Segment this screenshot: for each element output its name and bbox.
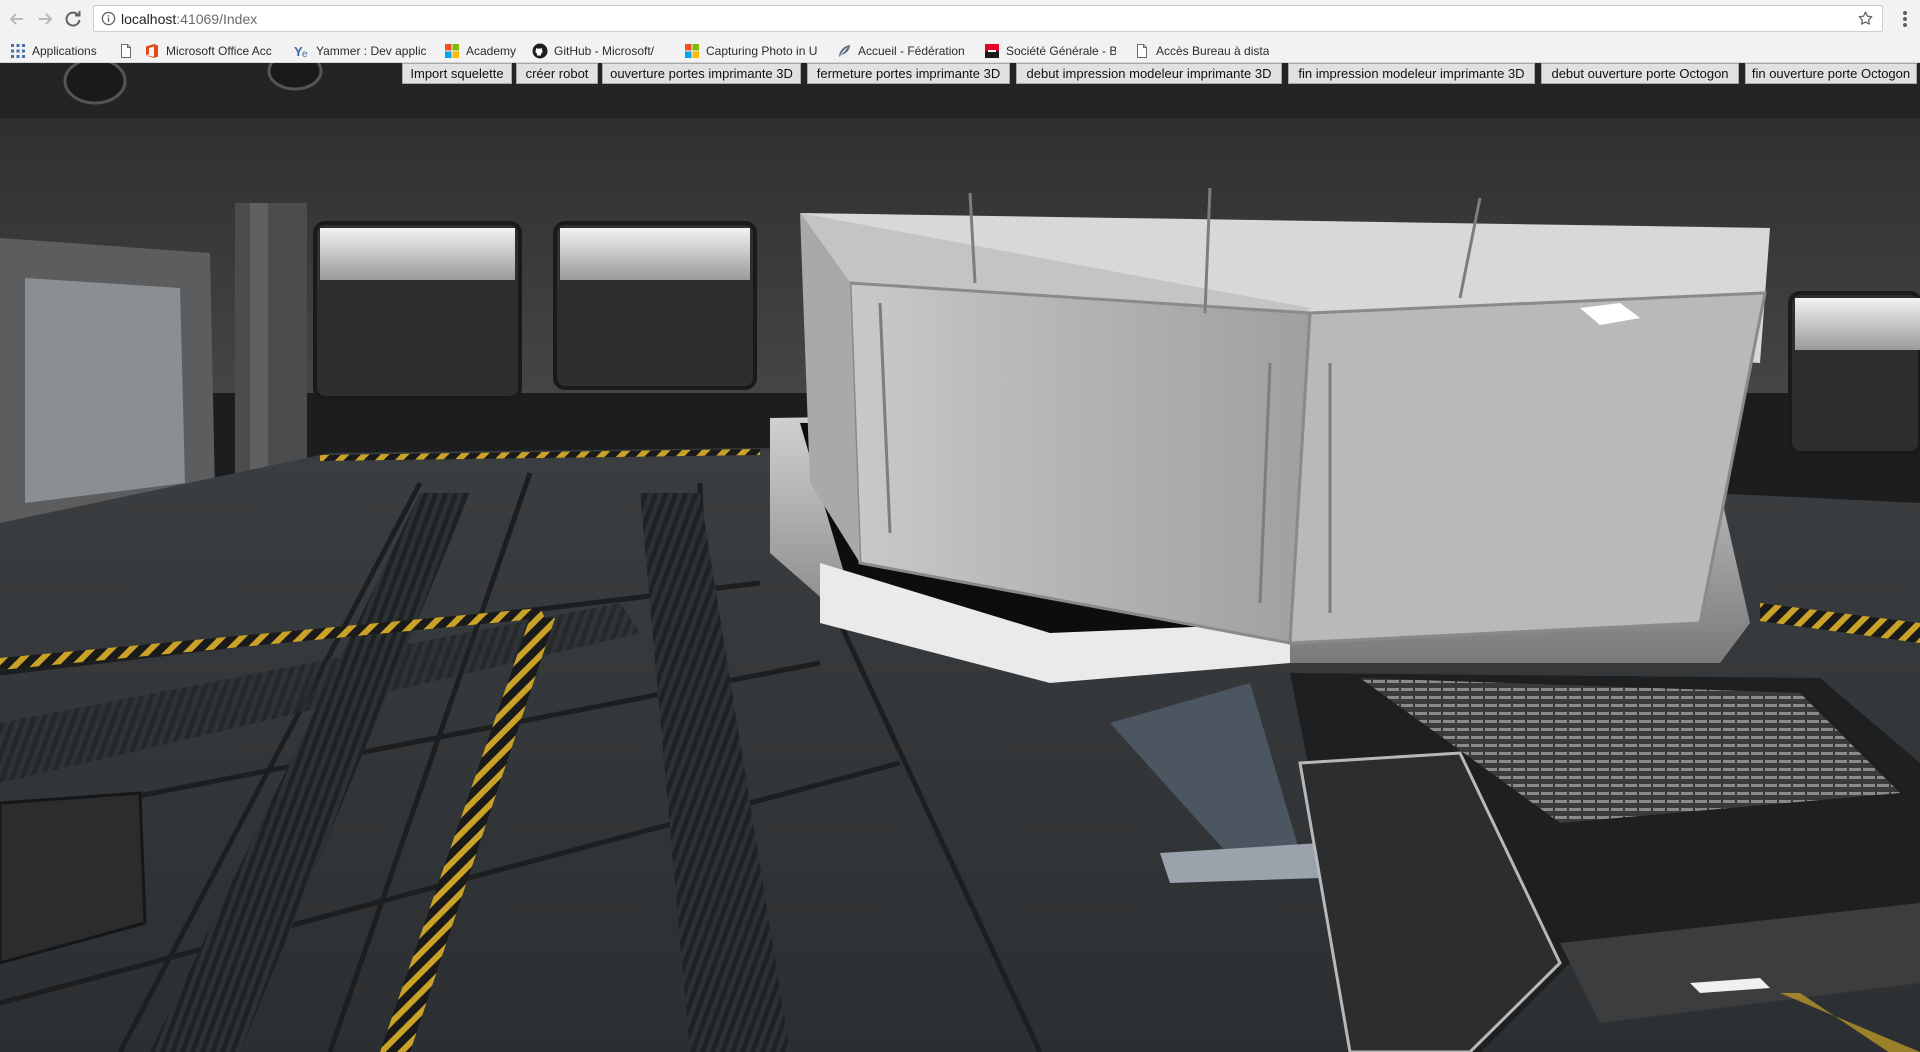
apps-grid-icon <box>11 43 25 58</box>
github-icon <box>532 43 548 58</box>
kebab-menu-icon[interactable] <box>1896 9 1914 29</box>
debut-ouverture-porte-octogon-button[interactable]: debut ouverture porte Octogon <box>1541 63 1739 84</box>
page-icon <box>1137 43 1147 58</box>
webgl-3d-viewport[interactable] <box>0 63 1920 1052</box>
bookmark-applications[interactable]: Applications <box>10 42 110 59</box>
url-host: localhost <box>121 11 177 27</box>
url-text: localhost:41069/Index <box>121 11 257 27</box>
microsoft-icon <box>685 43 699 58</box>
bookmark-github[interactable]: GitHub - Microsoft/ <box>532 42 670 59</box>
bookmark-label: Microsoft Office Acc <box>166 43 272 58</box>
back-arrow-icon <box>9 13 23 25</box>
bookmarks-bar: Applications Microsoft Office Acc Y e Ya… <box>0 38 1920 63</box>
scene-render <box>0 63 1920 1052</box>
url-path: :41069/Index <box>176 11 258 27</box>
import-squelette-button[interactable]: Import squelette <box>402 63 512 84</box>
bookmark-federation[interactable]: Accueil - Fédération <box>836 42 970 59</box>
microsoft-icon <box>445 43 459 58</box>
bookmark-label: Accueil - Fédération <box>858 43 965 58</box>
bookmark-label: Capturing Photo in U <box>706 43 818 58</box>
back-button[interactable] <box>5 7 29 31</box>
bookmark-acces-bureau[interactable]: Accès Bureau à dista <box>1134 42 1270 59</box>
bookmark-label: Accès Bureau à dista <box>1156 43 1270 58</box>
bookmark-yammer[interactable]: Y e Yammer : Dev applic <box>294 42 430 59</box>
fin-impression-modeleur-button[interactable]: fin impression modeleur imprimante 3D <box>1288 63 1535 84</box>
bookmark-capturing-photo[interactable]: Capturing Photo in U <box>684 42 820 59</box>
bookmark-societe-generale[interactable]: Société Générale - B <box>984 42 1116 59</box>
bookmark-star-icon[interactable] <box>1857 10 1874 27</box>
creer-robot-button[interactable]: créer robot <box>516 63 598 84</box>
feather-icon <box>839 44 850 57</box>
fermeture-portes-imprimante-button[interactable]: fermeture portes imprimante 3D <box>807 63 1010 84</box>
bookmark-label: Applications <box>32 43 97 58</box>
yammer-icon: Y e <box>294 44 308 59</box>
debut-impression-modeleur-button[interactable]: debut impression modeleur imprimante 3D <box>1016 63 1282 84</box>
browser-chrome: localhost:41069/Index Applications Micro… <box>0 0 1920 63</box>
forward-button[interactable] <box>33 7 57 31</box>
info-icon[interactable] <box>101 11 116 26</box>
reload-button[interactable] <box>61 7 85 31</box>
svg-text:e: e <box>302 49 308 59</box>
fin-ouverture-porte-octogon-button[interactable]: fin ouverture porte Octogon <box>1745 63 1917 84</box>
address-bar[interactable]: localhost:41069/Index <box>93 5 1883 32</box>
ouverture-portes-imprimante-button[interactable]: ouverture portes imprimante 3D <box>602 63 801 84</box>
browser-navbar: localhost:41069/Index <box>0 0 1920 39</box>
bookmark-label: Société Générale - B <box>1006 43 1116 58</box>
bookmark-label: GitHub - Microsoft/ <box>554 43 655 58</box>
scene-action-toolbar: Import squelette créer robot ouverture p… <box>0 63 1920 84</box>
societe-generale-icon <box>985 43 999 58</box>
page-icon <box>121 43 131 58</box>
bookmark-microsoft-office[interactable]: Microsoft Office Acc <box>144 42 280 59</box>
reload-icon <box>65 11 81 27</box>
bookmark-blank-page[interactable] <box>118 42 136 59</box>
bookmark-academy[interactable]: Academy <box>444 42 524 59</box>
bookmark-label: Academy <box>466 43 517 58</box>
office-icon <box>146 43 158 58</box>
forward-arrow-icon <box>39 13 53 25</box>
bookmark-label: Yammer : Dev applic <box>316 43 427 58</box>
